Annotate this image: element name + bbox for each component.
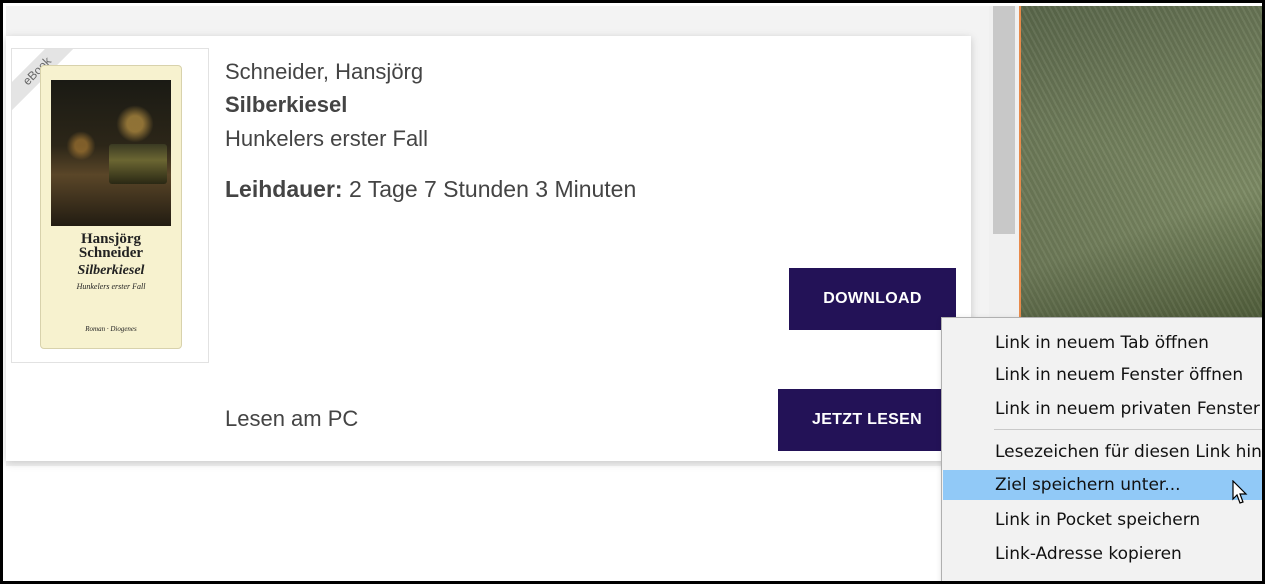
cover-subtitle: Hunkelers erster Fall — [76, 282, 146, 291]
context-menu: Link in neuem Tab öffnen Link in neuem F… — [941, 317, 1262, 581]
loan-duration: Leihdauer: 2 Tage 7 Stunden 3 Minuten — [225, 176, 636, 203]
menu-item-open-new-tab[interactable]: Link in neuem Tab öffnen — [943, 328, 1262, 358]
menu-item-open-private-window[interactable]: Link in neuem privaten Fenster öffnen — [943, 394, 1262, 424]
loan-duration-label: Leihdauer: — [225, 176, 343, 202]
cover-photo — [51, 80, 171, 226]
book-title[interactable]: Silberkiesel — [225, 92, 347, 118]
cover-publisher: Roman · Diogenes — [85, 325, 137, 333]
book-author: Schneider, Hansjörg — [225, 59, 424, 84]
book-subtitle: Hunkelers erster Fall — [225, 126, 428, 151]
cover-artwork: Hansjörg Schneider Silberkiesel Hunkeler… — [40, 65, 182, 349]
read-on-pc-label: Lesen am PC — [225, 406, 359, 431]
menu-item-copy-link[interactable]: Link-Adresse kopieren — [943, 539, 1262, 569]
read-now-button[interactable]: JETZT LESEN — [778, 389, 956, 451]
loan-duration-value: 2 Tage 7 Stunden 3 Minuten — [348, 176, 637, 202]
book-cover[interactable]: eBook Hansjörg Schneider Silberkiesel Hu… — [11, 48, 209, 363]
menu-item-save-link-as[interactable]: Ziel speichern unter... — [943, 470, 1262, 500]
menu-separator — [994, 429, 1262, 430]
tram-image — [109, 144, 167, 184]
cover-title: Silberkiesel — [77, 263, 145, 278]
screenshot-frame: eBook Hansjörg Schneider Silberkiesel Hu… — [0, 0, 1265, 584]
download-button[interactable]: DOWNLOAD — [789, 268, 956, 330]
menu-item-bookmark-link[interactable]: Lesezeichen für diesen Link hinzufügen — [943, 437, 1262, 467]
scrollbar-thumb[interactable] — [993, 6, 1015, 234]
mouse-cursor-icon — [1232, 480, 1248, 504]
menu-item-open-new-window[interactable]: Link in neuem Fenster öffnen — [943, 360, 1262, 390]
menu-item-save-to-pocket[interactable]: Link in Pocket speichern — [943, 505, 1262, 535]
cover-author: Hansjörg Schneider — [78, 231, 144, 261]
menu-item-google-search[interactable]: Google-Suche nach "Download" — [943, 574, 1262, 581]
